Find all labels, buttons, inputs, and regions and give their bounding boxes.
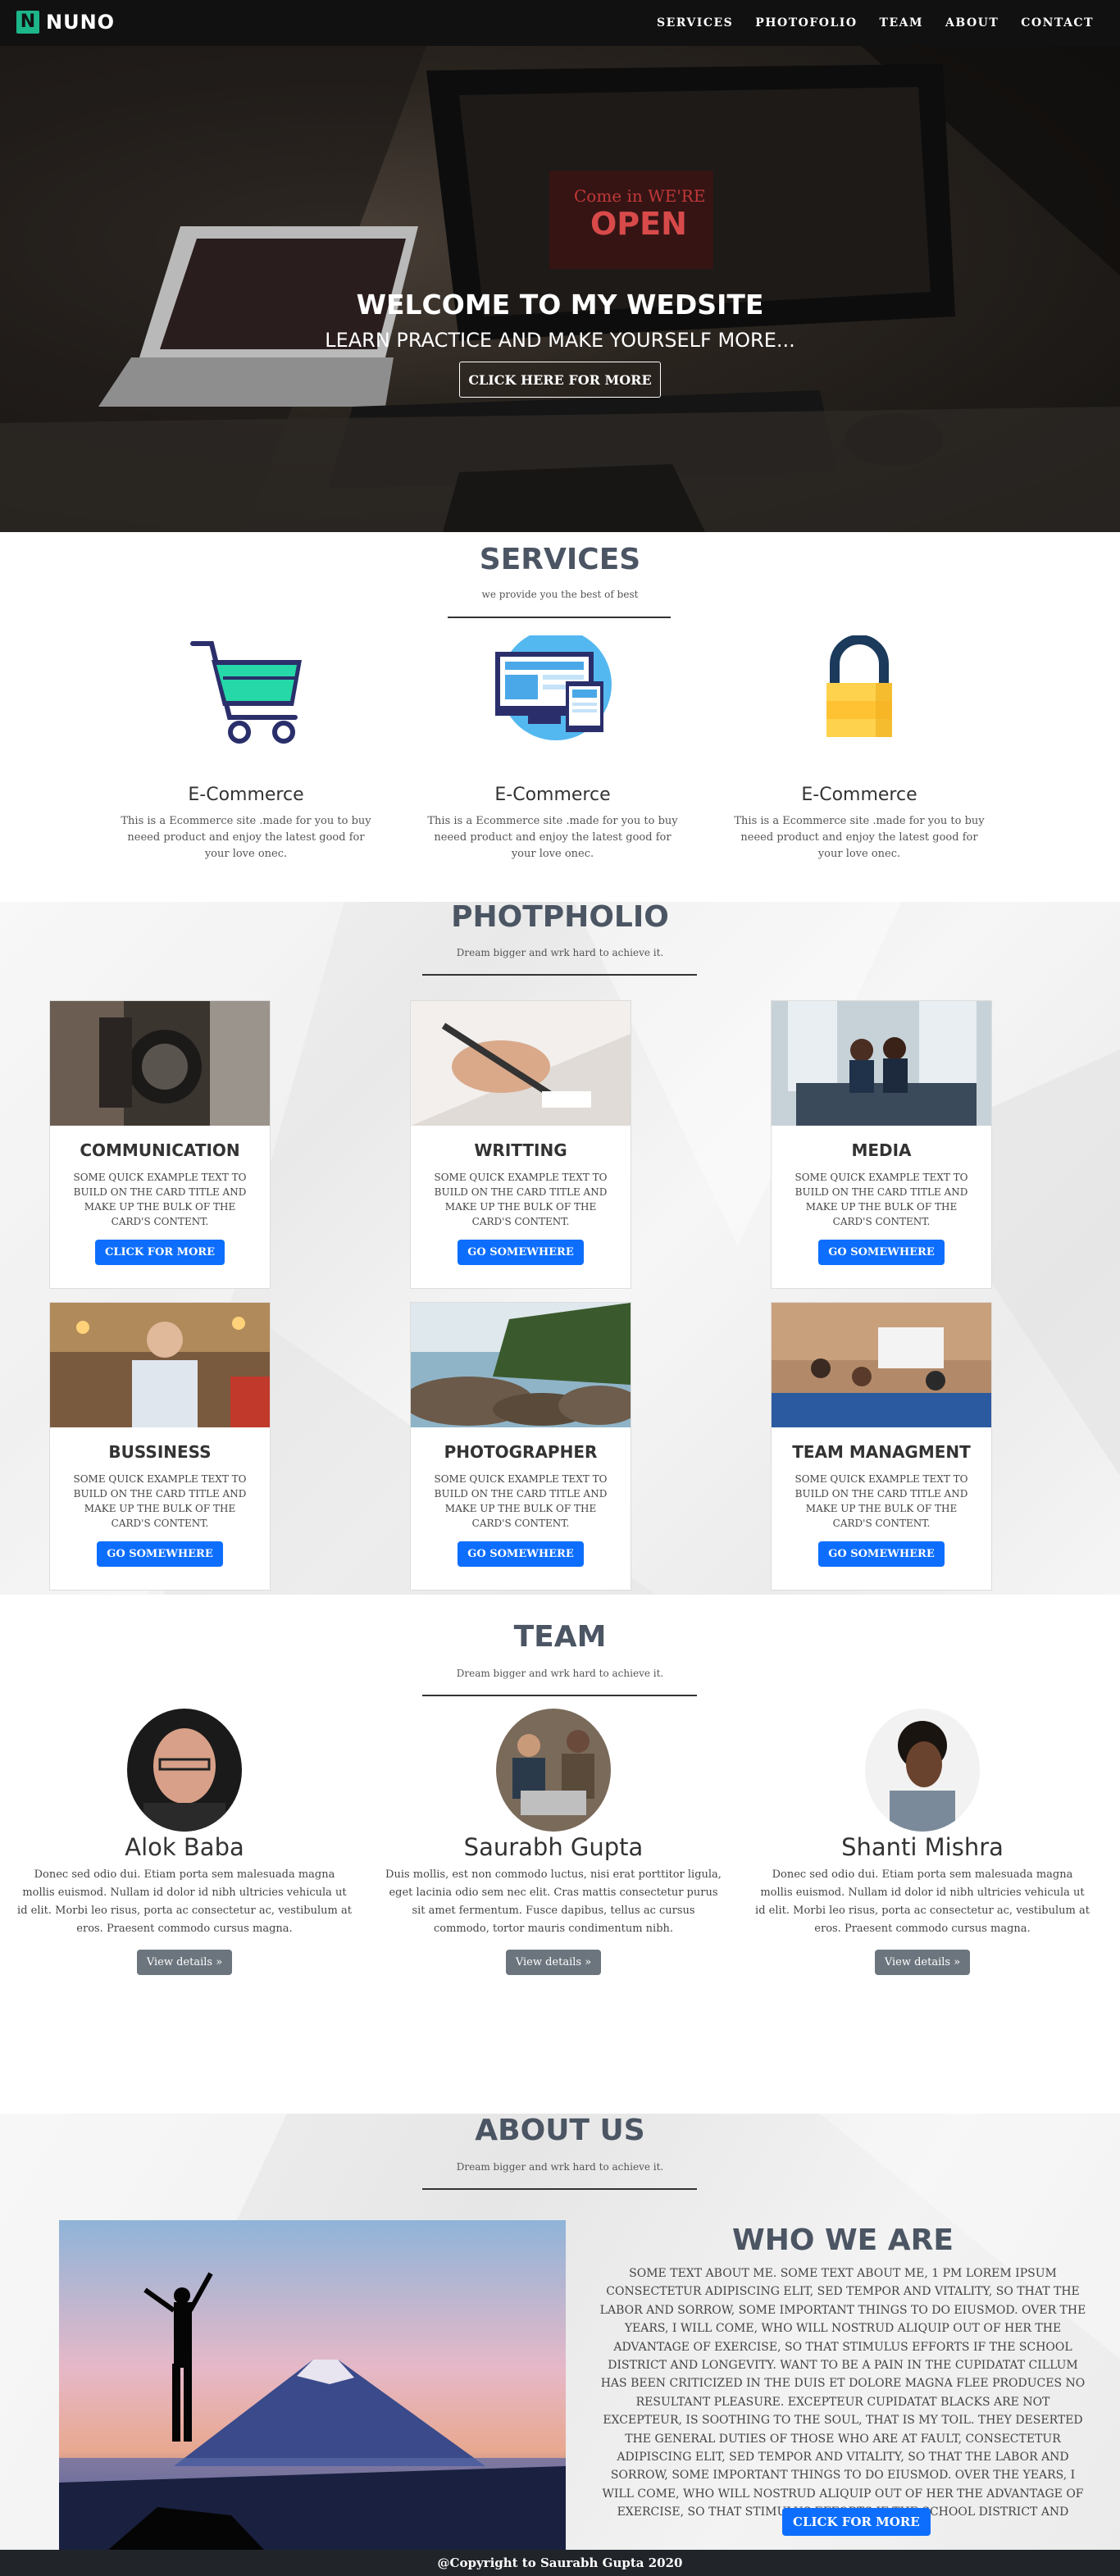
card-title: WRITTING: [474, 1140, 567, 1160]
card-button[interactable]: CLICK FOR MORE: [94, 1240, 225, 1265]
hero-cta-button[interactable]: CLICK HERE FOR MORE: [459, 362, 661, 398]
card-button[interactable]: GO SOMEWHERE: [458, 1541, 584, 1567]
card-title: BUSSINESS: [108, 1442, 212, 1462]
portfolio-card-bussiness: BUSSINESS Some quick example text to bui…: [49, 1302, 271, 1591]
card-button[interactable]: GO SOMEWHERE: [97, 1541, 223, 1567]
services-title: SERVICES: [479, 543, 641, 576]
hero-title: WELCOME TO MY WEDSITE: [356, 289, 764, 321]
who-we-are-title: WHO WE ARE: [732, 2223, 954, 2257]
brand-logo-letter: N: [20, 11, 36, 32]
services-subtitle: we provide you the best of best: [481, 589, 639, 600]
shopping-cart-icon: [190, 641, 302, 744]
card-image: [50, 1303, 270, 1427]
team-member-3: Shanti Mishra Donec sed odio dui. Etiam …: [754, 1709, 1090, 1975]
card-text: Some quick example text to build on the …: [434, 1473, 608, 1529]
team-title: TEAM: [513, 1620, 607, 1654]
card-title: PHOTOGRAPHER: [444, 1442, 598, 1462]
nav-link-photofolio[interactable]: PHOTOFOLIO: [755, 16, 857, 30]
team-member-1: Alok Baba Donec sed odio dui. Etiam port…: [16, 1709, 353, 1975]
service-title: E-Commerce: [188, 785, 304, 805]
card-text: Some quick example text to build on the …: [794, 1473, 968, 1529]
portfolio-card-team-managment: TEAM MANAGMENT Some quick example text t…: [771, 1302, 992, 1591]
card-text: Some quick example text to build on the …: [73, 1172, 247, 1227]
service-card-2: E-Commerce This is a Ecommerce site .mad…: [413, 635, 692, 862]
team-subtitle: Dream bigger and wrk hard to achieve it.: [456, 1668, 664, 1679]
avatar: [865, 1709, 980, 1832]
member-name: Alok Baba: [125, 1833, 244, 1861]
card-text: Some quick example text to build on the …: [794, 1172, 968, 1227]
card-text: Some quick example text to build on the …: [73, 1473, 247, 1529]
open-sign-main: OPEN: [590, 206, 687, 242]
card-image: [772, 1001, 991, 1126]
nav-link-about[interactable]: ABOUT: [945, 16, 999, 30]
nav-links: SERVICES PHOTOFOLIO TEAM ABOUT CONTACT: [635, 16, 1094, 30]
avatar: [127, 1709, 242, 1832]
hero-banner: Come in WE'RE OPEN WELCOME TO MY WEDSITE…: [0, 46, 1120, 532]
footer: @Copyright to Saurabh Gupta 2020: [0, 2550, 1120, 2576]
member-bio: Donec sed odio dui. Etiam porta sem male…: [17, 1868, 352, 1935]
hero-subtitle: LEARN PRACTICE AND MAKE YOURSELF MORE...: [325, 329, 795, 352]
web-design-icon: [495, 635, 612, 740]
portfolio-title: PHOTPHOLIO: [451, 900, 669, 934]
portfolio-card-communication: COMMUNICATION Some quick example text to…: [49, 1000, 271, 1289]
card-image: [50, 1001, 270, 1126]
about-image: [59, 2220, 566, 2550]
service-card-1: E-Commerce This is a Ecommerce site .mad…: [107, 635, 385, 862]
card-image: [411, 1001, 631, 1126]
member-bio: Duis mollis, est non commodo luctus, nis…: [385, 1868, 722, 1935]
card-button[interactable]: GO SOMEWHERE: [458, 1240, 584, 1265]
card-button[interactable]: GO SOMEWHERE: [818, 1240, 945, 1265]
card-image: [772, 1303, 991, 1427]
about-divider: [422, 2188, 697, 2190]
service-text: This is a Ecommerce site .made for you t…: [121, 815, 371, 860]
about-subtitle: Dream bigger and wrk hard to achieve it.: [456, 2161, 664, 2173]
portfolio-subtitle: Dream bigger and wrk hard to achieve it.: [456, 947, 664, 958]
view-details-button[interactable]: View details »: [874, 1950, 971, 1975]
service-card-3: E-Commerce This is a Ecommerce site .mad…: [720, 635, 999, 862]
service-text: This is a Ecommerce site .made for you t…: [427, 815, 678, 860]
team-divider: [422, 1695, 697, 1696]
portfolio-card-media: MEDIA Some quick example text to build o…: [771, 1000, 992, 1289]
member-name: Shanti Mishra: [841, 1833, 1004, 1861]
view-details-button[interactable]: View details »: [136, 1950, 233, 1975]
team-member-2: Saurabh Gupta Duis mollis, est non commo…: [385, 1709, 722, 1975]
who-we-are-text: Some text about me. Some text about me, …: [599, 2267, 1086, 2537]
nav-link-services[interactable]: SERVICES: [657, 16, 733, 30]
brand[interactable]: N NUNO: [16, 11, 115, 34]
card-title: TEAM MANAGMENT: [792, 1442, 971, 1462]
nav-link-contact[interactable]: CONTACT: [1021, 16, 1094, 30]
view-details-button[interactable]: View details »: [505, 1950, 602, 1975]
service-title: E-Commerce: [801, 785, 917, 805]
avatar: [496, 1709, 611, 1832]
nav-link-team[interactable]: TEAM: [880, 16, 923, 30]
services-divider: [448, 617, 671, 618]
navbar: N NUNO SERVICES PHOTOFOLIO TEAM ABOUT CO…: [0, 0, 1120, 46]
brand-logo-icon: N: [16, 11, 39, 34]
card-text: Some quick example text to build on the …: [434, 1172, 608, 1227]
about-click-for-more-button[interactable]: CLICK FOR MORE: [782, 2508, 931, 2536]
card-image: [411, 1303, 631, 1427]
lock-icon: [826, 635, 892, 737]
open-sign-top: Come in WE'RE: [574, 186, 705, 206]
card-button[interactable]: GO SOMEWHERE: [818, 1541, 945, 1567]
portfolio-card-photographer: PHOTOGRAPHER Some quick example text to …: [410, 1302, 631, 1591]
portfolio-divider: [422, 974, 697, 976]
about-title: ABOUT US: [475, 2114, 645, 2147]
member-name: Saurabh Gupta: [463, 1833, 644, 1861]
service-title: E-Commerce: [494, 785, 611, 805]
member-bio: Donec sed odio dui. Etiam porta sem male…: [755, 1868, 1090, 1935]
service-text: This is a Ecommerce site .made for you t…: [734, 815, 985, 860]
card-title: COMMUNICATION: [80, 1140, 240, 1160]
brand-name: NUNO: [46, 11, 116, 34]
card-title: MEDIA: [851, 1140, 912, 1160]
portfolio-card-writting: WRITTING Some quick example text to buil…: [410, 1000, 631, 1289]
